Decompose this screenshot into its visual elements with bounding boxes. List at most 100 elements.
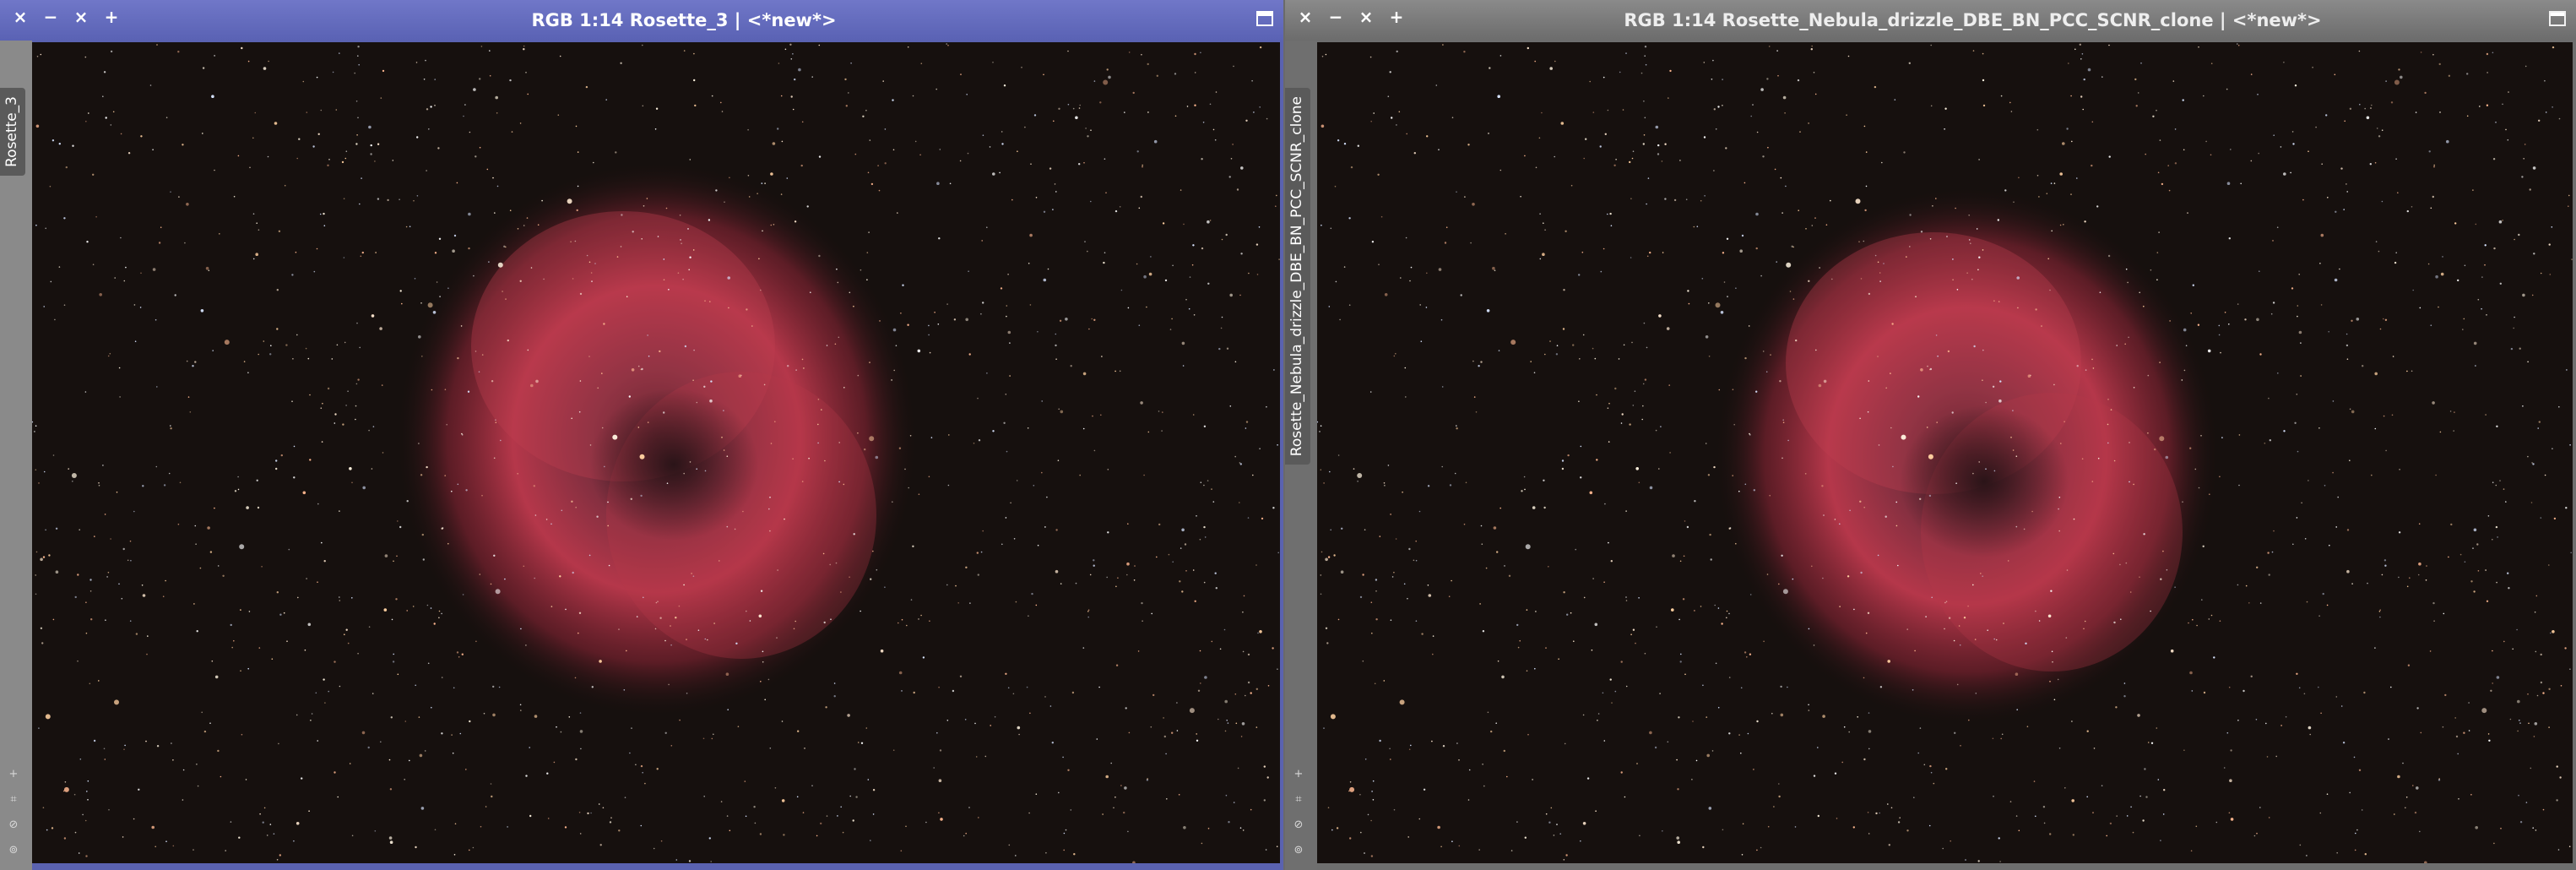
star [208, 269, 210, 272]
star [527, 349, 529, 351]
star [337, 796, 339, 798]
star [1362, 574, 1364, 576]
maximize-plus-icon[interactable]: + [96, 7, 127, 27]
preview-icon[interactable]: ⊚ [1292, 843, 1305, 858]
close-icon[interactable]: × [1290, 7, 1321, 27]
star [892, 99, 894, 101]
star [1407, 597, 1408, 600]
view-identifier-tab[interactable]: Rosette_3 [0, 88, 25, 176]
star [2144, 768, 2146, 770]
star [1936, 421, 1938, 423]
star [2010, 437, 2012, 438]
star [865, 727, 868, 729]
star [2400, 75, 2403, 79]
star [1255, 726, 1258, 728]
window-titlebar[interactable]: × − × + RGB 1:14 Rosette_3 | <*new*> [0, 0, 1283, 41]
star [837, 281, 839, 284]
star [1323, 727, 1325, 729]
maximize-plus-icon[interactable]: + [1381, 7, 1412, 27]
image-viewport[interactable] [1317, 42, 2573, 863]
star [541, 199, 543, 202]
star [737, 726, 740, 727]
star [1192, 414, 1195, 416]
star [2439, 111, 2441, 113]
star [2442, 256, 2443, 258]
star [1510, 340, 1516, 345]
star [481, 494, 483, 497]
star [104, 759, 106, 760]
star [177, 523, 180, 525]
image-window-right[interactable]: × − × + RGB 1:14 Rosette_Nebula_drizzle_… [1285, 0, 2576, 870]
view-identifier-tab[interactable]: Rosette_Nebula_drizzle_DBE_BN_PCC_SCNR_c… [1285, 88, 1310, 465]
nebula-image [32, 42, 1280, 863]
close-icon[interactable]: × [5, 7, 35, 27]
star [1756, 849, 1758, 851]
star [855, 796, 858, 798]
star [1570, 612, 1572, 614]
star [389, 840, 393, 844]
star [1255, 243, 1259, 246]
star [1093, 564, 1095, 567]
maximize-icon[interactable] [1256, 11, 1273, 26]
star [1642, 405, 1644, 407]
star [1027, 427, 1029, 429]
star [1172, 264, 1174, 267]
star [2369, 163, 2372, 166]
star [1779, 380, 1782, 383]
star [2291, 287, 2294, 290]
image-viewport[interactable] [32, 42, 1280, 863]
star [1242, 611, 1244, 613]
star [1055, 569, 1059, 574]
star [2000, 737, 2002, 740]
zoom-in-icon[interactable]: + [7, 767, 20, 782]
star [1706, 716, 1707, 718]
star [1562, 328, 1565, 330]
star [670, 625, 671, 627]
star [687, 228, 689, 230]
star [2384, 564, 2387, 567]
star [2038, 196, 2040, 198]
star [2183, 369, 2186, 372]
star [1644, 46, 1647, 48]
star [1723, 281, 1726, 283]
star [1629, 423, 1631, 426]
preview-icon[interactable]: ⊚ [7, 843, 20, 858]
star [578, 612, 582, 614]
zoom-in-icon[interactable]: + [1292, 767, 1305, 782]
grid-icon[interactable]: ⌗ [1292, 792, 1305, 807]
star [45, 714, 51, 720]
image-window-left[interactable]: × − × + RGB 1:14 Rosette_3 | <*new*> Ros… [0, 0, 1283, 870]
minimize-icon[interactable]: − [1321, 7, 1351, 27]
star [1618, 358, 1620, 360]
star [456, 651, 459, 654]
star [349, 467, 352, 470]
minimize-icon[interactable]: − [35, 7, 66, 27]
star [798, 68, 801, 72]
star [1559, 833, 1561, 835]
star [2376, 128, 2378, 129]
star [116, 491, 118, 493]
grid-icon[interactable]: ⌗ [7, 792, 20, 807]
star [458, 656, 460, 658]
shade-icon[interactable]: × [66, 7, 96, 27]
star [2315, 126, 2317, 128]
maximize-icon[interactable] [2549, 11, 2566, 26]
star [2339, 268, 2340, 270]
star [792, 53, 794, 55]
shade-icon[interactable]: × [1351, 7, 1381, 27]
star [686, 639, 687, 640]
mask-icon[interactable]: ⊘ [1292, 818, 1305, 833]
star [1199, 538, 1201, 541]
star [1596, 459, 1598, 461]
star [1554, 60, 1556, 63]
star [1226, 347, 1229, 350]
mask-icon[interactable]: ⊘ [7, 818, 20, 833]
star [321, 441, 323, 443]
window-titlebar[interactable]: × − × + RGB 1:14 Rosette_Nebula_drizzle_… [1285, 0, 2576, 41]
star [543, 278, 545, 280]
star [1055, 358, 1057, 361]
star [1561, 467, 1565, 470]
star [1278, 258, 1280, 260]
star [114, 277, 116, 279]
star [2500, 828, 2502, 829]
